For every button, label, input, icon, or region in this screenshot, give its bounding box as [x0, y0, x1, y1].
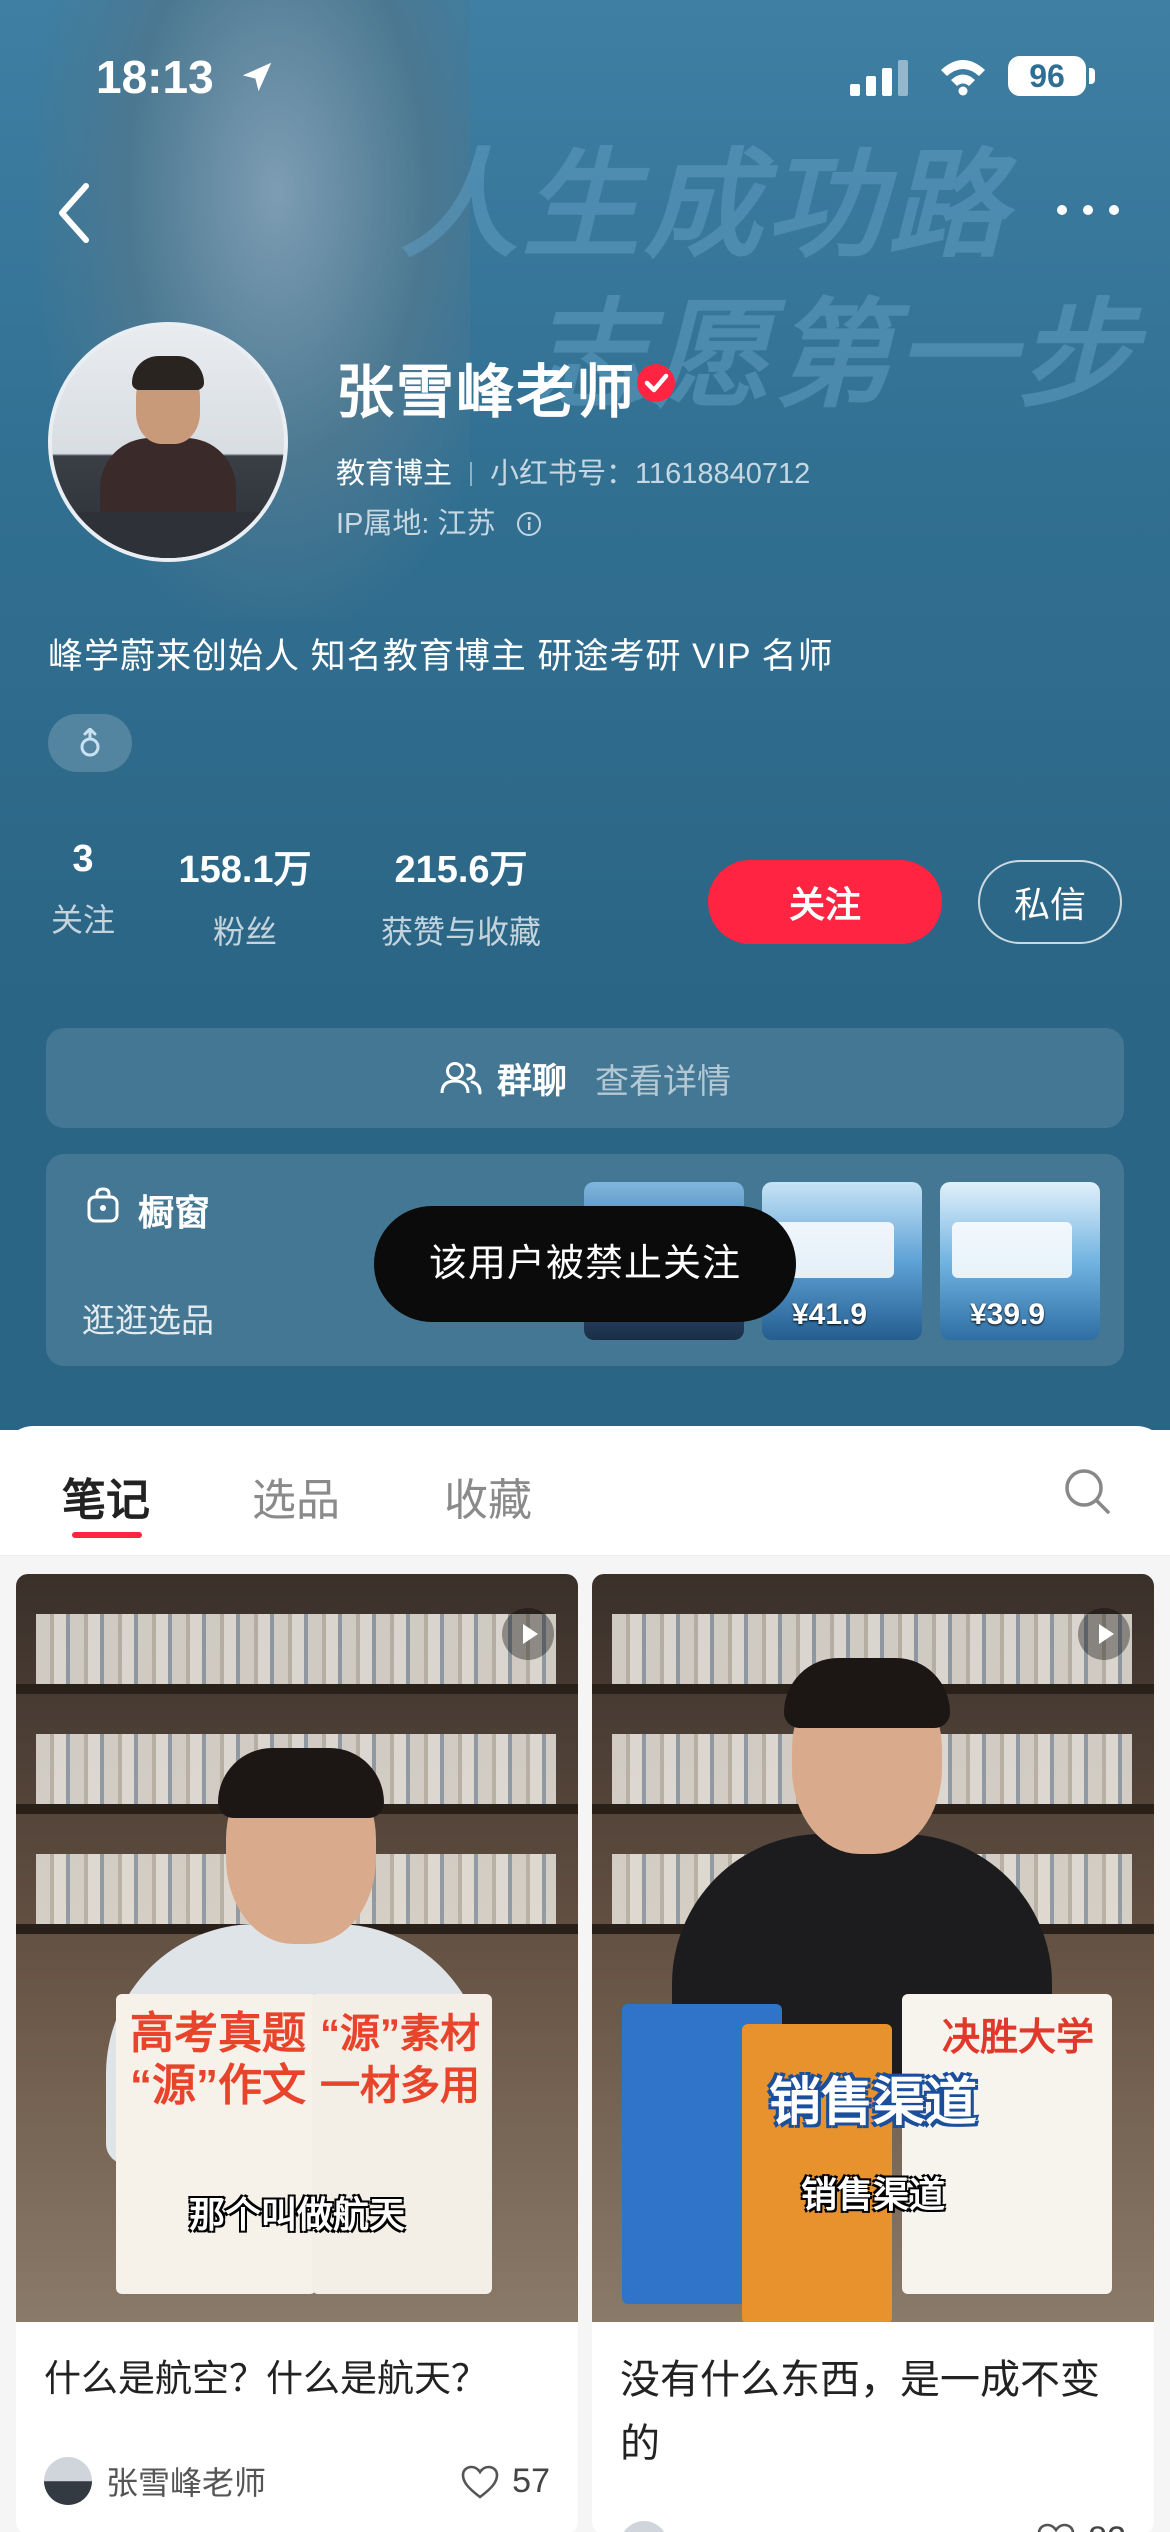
verified-badge-icon	[637, 364, 675, 402]
author-name: 张雪峰老师	[106, 2465, 267, 2501]
group-users-icon	[440, 1062, 482, 1095]
author-avatar	[620, 2521, 668, 2532]
like-count[interactable]: 82	[1036, 2520, 1126, 2532]
video-caption: 销售渠道	[800, 2174, 945, 2215]
book-cover: 决胜大学	[902, 1994, 1112, 2294]
cellular-signal-icon	[850, 60, 908, 96]
stat-likes[interactable]: 215.6万 获赞与收藏	[366, 838, 556, 953]
status-bar: 18:13 96	[0, 0, 1170, 140]
shop-window-title: 橱窗	[138, 1192, 211, 1233]
video-play-badge	[1078, 1608, 1130, 1660]
stat-following-value: 3	[72, 838, 94, 880]
note-card[interactable]: 高考真题 “源”作文 “源”素材 一材多用 那个叫做航天 什么是航空？什么是航天…	[16, 1574, 578, 2532]
stat-likes-label: 获赞与收藏	[380, 914, 541, 950]
shop-item-price: ¥39.9	[970, 1298, 1046, 1331]
play-icon	[523, 1624, 538, 1644]
back-arrow-icon[interactable]	[48, 178, 108, 248]
male-icon	[80, 728, 100, 757]
shopping-bag-icon	[87, 1187, 119, 1223]
video-caption: 那个叫做航天	[188, 2194, 405, 2235]
follow-button[interactable]: 关注	[708, 860, 942, 944]
toast-message: 该用户被禁止关注	[374, 1206, 796, 1322]
note-cover-image[interactable]: 高考真题 “源”作文 “源”素材 一材多用 那个叫做航天	[16, 1574, 578, 2322]
heart-icon	[1037, 2523, 1075, 2532]
book-cover: “源”素材 一材多用	[312, 1994, 492, 2294]
note-author[interactable]: 张雪峰老师	[44, 2456, 266, 2506]
battery-indicator: 96	[1008, 56, 1086, 96]
book-title: “源”素材 一材多用	[320, 2012, 480, 2108]
gender-tag	[48, 714, 132, 772]
search-icon[interactable]	[1062, 1466, 1112, 1516]
tab-notes[interactable]: 笔记	[62, 1464, 150, 1528]
ip-location-text: IP属地: 江苏	[336, 508, 496, 540]
location-arrow-icon	[242, 62, 272, 92]
info-icon[interactable]	[516, 511, 542, 537]
like-count-value: 82	[1088, 2520, 1126, 2532]
stat-fans-label: 粉丝	[212, 914, 277, 950]
book-title: 决胜大学	[942, 2017, 1095, 2059]
stat-fans-value: 158.1万	[178, 849, 312, 891]
play-icon	[1099, 1624, 1114, 1644]
book-title: 高考真题 “源”作文	[130, 2009, 306, 2110]
stat-fans[interactable]: 158.1万 粉丝	[166, 838, 324, 953]
content-panel: 笔记 选品 收藏 高考真题 “源”作文 “源”素材 一材多用 那个叫做航天 什么…	[0, 1426, 1170, 2532]
like-count-value: 57	[512, 2462, 550, 2500]
group-chat-detail: 查看详情	[595, 1062, 731, 1101]
message-button[interactable]: 私信	[978, 860, 1122, 944]
stat-likes-value: 215.6万	[394, 849, 528, 891]
book-cover: 高考真题 “源”作文	[116, 1994, 316, 2294]
profile-header: 人生成功路 志愿第一步 18:13 96 张雪峰老师 教育博主 小红书号：1161…	[0, 0, 1170, 1430]
tab-products[interactable]: 选品	[252, 1464, 340, 1528]
note-title: 什么是航空？什么是航天？	[44, 2358, 488, 2399]
active-tab-indicator	[72, 1532, 142, 1538]
tab-favorites[interactable]: 收藏	[444, 1464, 532, 1528]
note-cover-image[interactable]: 决胜大学 销售渠道 销售渠道	[592, 1574, 1154, 2322]
profile-bio: 峰学蔚来创始人 知名教育博主 研途考研 VIP 名师	[48, 637, 834, 676]
presenter-figure	[672, 1658, 1052, 2074]
author-avatar	[44, 2457, 92, 2505]
status-time: 18:13	[96, 51, 214, 103]
heart-icon	[461, 2465, 499, 2499]
video-overlay-text: 销售渠道	[768, 2074, 977, 2132]
shop-item-price: ¥41.9	[792, 1298, 868, 1331]
note-author[interactable]	[620, 2520, 682, 2532]
more-options-icon[interactable]	[1052, 190, 1124, 230]
stat-following[interactable]: 3 关注	[48, 838, 118, 941]
shop-window-subtitle: 逛逛选品	[82, 1302, 214, 1339]
profile-red-id: 小红书号：11618840712	[490, 458, 811, 490]
wifi-icon	[941, 60, 985, 96]
profile-avatar[interactable]	[48, 322, 288, 562]
group-chat-card[interactable]: 群聊 查看详情	[46, 1028, 1124, 1128]
profile-category: 教育博主	[336, 458, 453, 490]
like-count[interactable]: 57	[460, 2462, 550, 2501]
note-title: 没有什么东西，是一成不变的	[620, 2358, 1100, 2466]
shop-item-thumbnail[interactable]: ¥39.9	[940, 1182, 1100, 1340]
profile-meta: 教育博主 小红书号：11618840712	[336, 450, 810, 492]
banner-line-1: 人生成功路	[400, 136, 1011, 274]
battery-tip	[1089, 68, 1095, 84]
stat-following-label: 关注	[50, 902, 115, 938]
group-chat-title: 群聊	[496, 1061, 567, 1101]
tab-bar: 笔记 选品 收藏	[0, 1426, 1170, 1556]
ip-location: IP属地: 江苏	[336, 500, 542, 542]
note-card[interactable]: 决胜大学 销售渠道 销售渠道 没有什么东西，是一成不变的 82	[592, 1574, 1154, 2532]
video-play-badge	[502, 1608, 554, 1660]
profile-name: 张雪峰老师	[336, 360, 637, 425]
